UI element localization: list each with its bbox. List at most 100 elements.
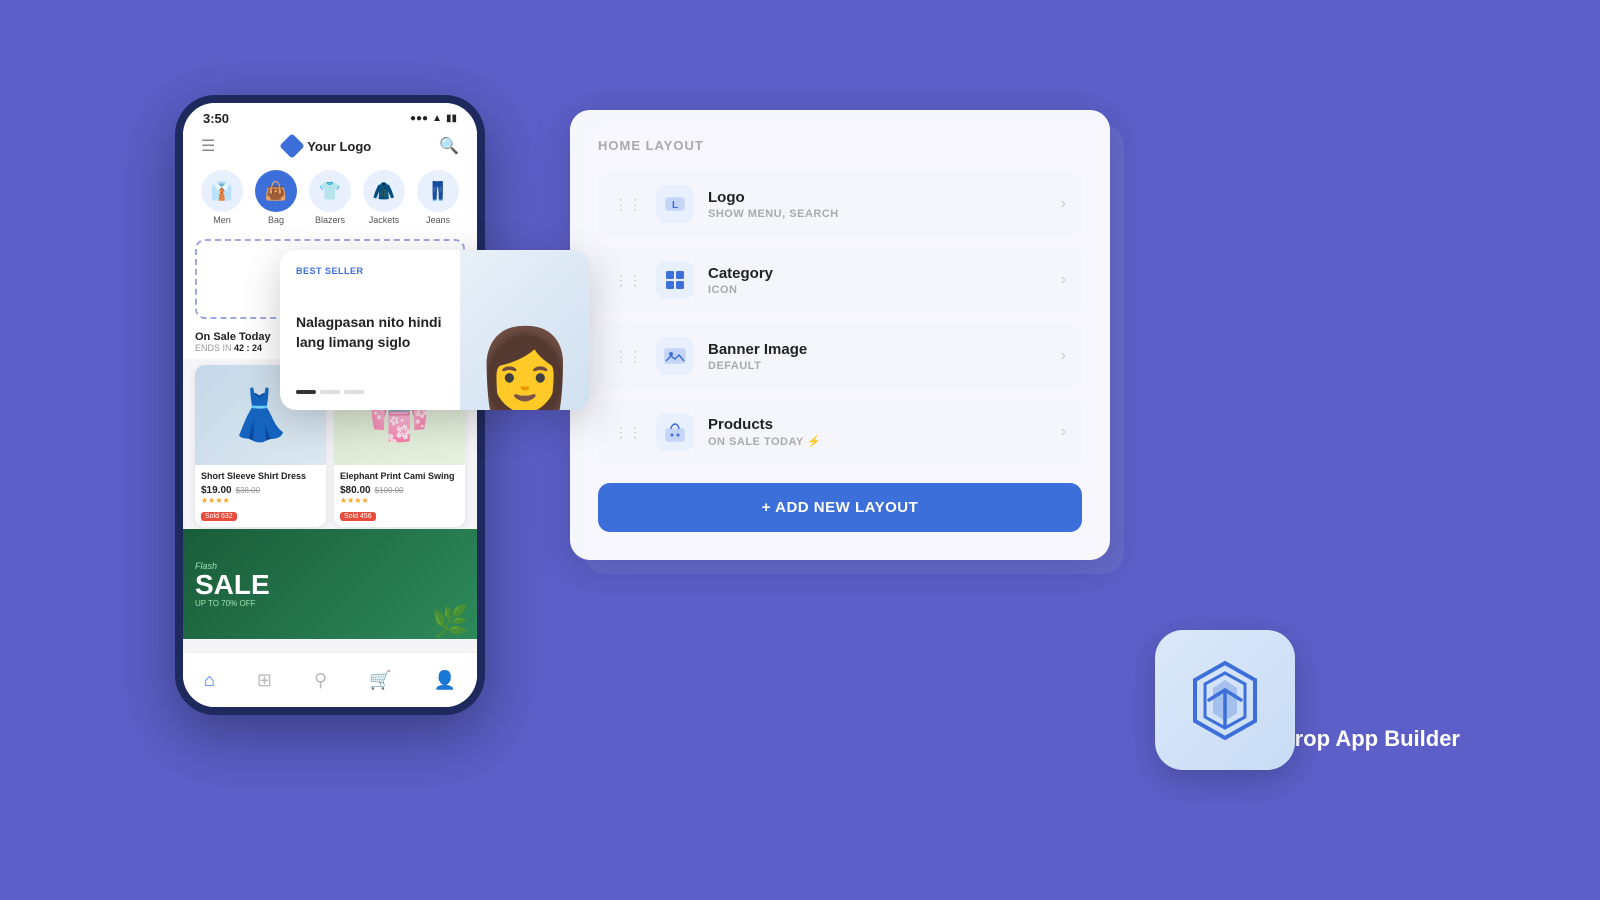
battery-icon: ▮▮ (446, 113, 457, 124)
product-prices-1: $19.00 $38.00 (201, 485, 320, 496)
price-current-2: $80.00 (340, 485, 371, 496)
drag-handle-banner: ⋮⋮ (614, 348, 642, 365)
floating-card-image: 👩 (460, 250, 590, 410)
price-current-1: $19.00 (201, 485, 232, 496)
dot-1 (296, 390, 316, 394)
model-figure-icon: 👩 (475, 330, 575, 410)
floating-card-dots (296, 390, 444, 394)
product-info-2: Elephant Print Cami Swing $80.00 $100.00… (334, 465, 465, 527)
category-row: 👔 Men 👜 Bag 👕 Blazers 🧥 Jackets 👖 Jeans (183, 162, 477, 233)
category-men[interactable]: 👔 Men (201, 170, 243, 225)
layout-item-logo[interactable]: ⋮⋮ L Logo SHOW MENU, SEARCH › (598, 171, 1082, 237)
ends-in-label: ENDS IN (195, 343, 232, 353)
logo-item-name: Logo (708, 189, 1061, 206)
stars-2: ★★★★ (340, 496, 459, 505)
plant-decoration-icon: 🌿 (432, 604, 469, 639)
app-logo-svg (1183, 658, 1268, 743)
app-icon-container (1155, 630, 1295, 770)
sold-badge-1: Sold 632 (201, 512, 237, 521)
category-item-sub: ICON (708, 284, 1061, 296)
logo-item-text: Logo SHOW MENU, SEARCH (708, 189, 1061, 220)
dot-3 (344, 390, 364, 394)
nav-search-icon[interactable]: ⚲ (314, 670, 327, 691)
category-item-name: Category (708, 265, 1061, 282)
chevron-right-banner: › (1061, 347, 1066, 365)
phone-nav-bar: ☰ Your Logo 🔍 (183, 130, 477, 162)
category-icon-men: 👔 (201, 170, 243, 212)
floating-card-title: Nalagpasan nito hindi lang limang siglo (296, 313, 444, 352)
category-jackets[interactable]: 🧥 Jackets (363, 170, 405, 225)
dot-2 (320, 390, 340, 394)
svg-text:L: L (672, 200, 678, 211)
category-label-men: Men (213, 215, 231, 225)
floating-best-seller-card: BEST SELLER Nalagpasan nito hindi lang l… (280, 250, 590, 410)
banner-layout-icon (656, 337, 694, 375)
category-jeans[interactable]: 👖 Jeans (417, 170, 459, 225)
layout-item-banner[interactable]: ⋮⋮ Banner Image DEFAULT › (598, 323, 1082, 389)
category-label-jackets: Jackets (369, 215, 400, 225)
drag-handle-products: ⋮⋮ (614, 424, 642, 441)
phone-bottom-nav: ⌂ ⊞ ⚲ 🛒 👤 (183, 652, 477, 707)
layout-item-products[interactable]: ⋮⋮ Products ON SALE TODAY ⚡ › (598, 399, 1082, 465)
product-prices-2: $80.00 $100.00 (340, 485, 459, 496)
add-new-layout-button[interactable]: + ADD NEW LAYOUT (598, 483, 1082, 532)
drag-handle-logo: ⋮⋮ (614, 196, 642, 213)
banner-item-sub: DEFAULT (708, 360, 1061, 372)
products-item-name: Products (708, 416, 1061, 433)
status-icons: ●●● ▲ ▮▮ (410, 113, 457, 124)
category-icon-jeans: 👖 (417, 170, 459, 212)
nav-cart-icon[interactable]: 🛒 (369, 670, 391, 691)
category-icon-bag: 👜 (255, 170, 297, 212)
logo-text: Your Logo (307, 139, 371, 154)
chevron-right-products: › (1061, 423, 1066, 441)
flash-sale-banner: Flash SALE UP TO 70% OFF 🌿 (183, 529, 477, 639)
best-seller-badge: BEST SELLER (296, 266, 444, 276)
banner-item-name: Banner Image (708, 341, 1061, 358)
logo-item-sub: SHOW MENU, SEARCH (708, 208, 1061, 220)
status-bar: 3:50 ●●● ▲ ▮▮ (183, 103, 477, 130)
chevron-right-category: › (1061, 271, 1066, 289)
hamburger-icon[interactable]: ☰ (201, 136, 215, 156)
products-item-sub: ON SALE TODAY ⚡ (708, 435, 1061, 448)
product-name-2: Elephant Print Cami Swing (340, 471, 459, 483)
products-layout-icon (656, 413, 694, 451)
layout-title: HOME LAYOUT (598, 138, 1082, 153)
category-label-jeans: Jeans (426, 215, 450, 225)
app-icon (1155, 630, 1295, 770)
product-info-1: Short Sleeve Shirt Dress $19.00 $38.00 ★… (195, 465, 326, 527)
sale-big-text: SALE (195, 571, 270, 599)
chevron-right-logo: › (1061, 195, 1066, 213)
sale-sub-text: UP TO 70% OFF (195, 599, 270, 608)
nav-home-icon[interactable]: ⌂ (204, 670, 215, 691)
category-label-bag: Bag (268, 215, 284, 225)
wifi-icon: ●●● (410, 113, 428, 124)
layout-item-category[interactable]: ⋮⋮ Category ICON › (598, 247, 1082, 313)
stars-1: ★★★★ (201, 496, 320, 505)
category-label-blazers: Blazers (315, 215, 345, 225)
category-item-text: Category ICON (708, 265, 1061, 296)
sold-badge-2: Sold 456 (340, 512, 376, 521)
products-item-text: Products ON SALE TODAY ⚡ (708, 416, 1061, 448)
banner-item-text: Banner Image DEFAULT (708, 341, 1061, 372)
price-old-1: $38.00 (236, 486, 260, 495)
category-bag[interactable]: 👜 Bag (255, 170, 297, 225)
signal-icon: ▲ (432, 113, 442, 124)
category-blazers[interactable]: 👕 Blazers (309, 170, 351, 225)
layout-card: HOME LAYOUT ⋮⋮ L Logo SHOW MENU, SEARCH … (570, 110, 1110, 560)
category-icon-jackets: 🧥 (363, 170, 405, 212)
category-layout-icon (656, 261, 694, 299)
status-time: 3:50 (203, 111, 229, 126)
nav-profile-icon[interactable]: 👤 (434, 670, 456, 691)
search-icon[interactable]: 🔍 (439, 136, 459, 156)
floating-card-content: BEST SELLER Nalagpasan nito hindi lang l… (280, 250, 460, 410)
category-icon-blazers: 👕 (309, 170, 351, 212)
product-name-1: Short Sleeve Shirt Dress (201, 471, 320, 483)
drag-handle-category: ⋮⋮ (614, 272, 642, 289)
logo-layout-icon: L (656, 185, 694, 223)
logo-diamond-icon (279, 133, 304, 158)
nav-grid-icon[interactable]: ⊞ (257, 670, 272, 691)
timer-value: 42 : 24 (234, 343, 262, 353)
phone-logo: Your Logo (283, 137, 371, 155)
right-panel: HOME LAYOUT ⋮⋮ L Logo SHOW MENU, SEARCH … (570, 110, 1250, 560)
price-old-2: $100.00 (375, 486, 404, 495)
